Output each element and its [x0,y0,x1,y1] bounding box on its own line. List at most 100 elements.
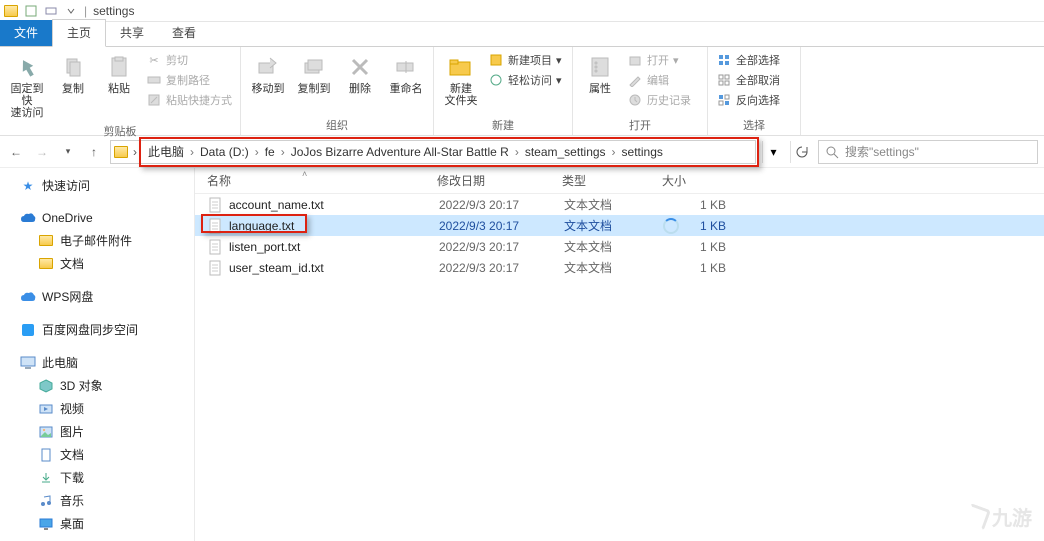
nav-desktop[interactable]: 桌面 [0,512,194,535]
rename-button[interactable]: 重命名 [385,51,427,97]
new-folder-icon [447,53,475,81]
properties-icon [586,53,614,81]
group-new: 新建 文件夹 新建项目 ▾ 轻松访问 ▾ 新建 [434,47,573,135]
copy-icon [59,53,87,81]
col-date[interactable]: 修改日期 [437,172,562,189]
select-none-button[interactable]: 全部取消 [714,71,794,89]
col-size[interactable]: 大小 [662,172,732,189]
history-icon [627,92,643,108]
folder-icon [4,4,18,18]
history-button[interactable]: 历史记录 [625,91,701,109]
rename-icon [392,53,420,81]
file-type: 文本文档 [564,259,664,276]
nav-documents-2[interactable]: 文档 [0,443,194,466]
open-button[interactable]: 打开 ▾ [625,51,701,69]
move-to-button[interactable]: 移动到 [247,51,289,97]
copy-button[interactable]: 复制 [52,51,94,97]
paste-shortcut-button[interactable]: 粘贴快捷方式 [144,91,234,109]
delete-button[interactable]: 删除 [339,51,381,97]
col-type[interactable]: 类型 [562,172,662,189]
file-type: 文本文档 [564,238,664,255]
easy-access-button[interactable]: 轻松访问 ▾ [486,71,566,89]
pin-quick-access-button[interactable]: 固定到快 速访问 [6,51,48,121]
breadcrumb-dropdown[interactable]: ▾ [762,141,784,163]
file-type: 文本文档 [564,217,664,234]
file-row[interactable]: listen_port.txt2022/9/3 20:17文本文档1 KB [195,236,1044,257]
tab-share[interactable]: 共享 [106,20,158,46]
file-size: 1 KB [664,240,734,254]
text-file-icon [207,239,223,255]
edit-button[interactable]: 编辑 [625,71,701,89]
nav-email-attachments[interactable]: 电子邮件附件 [0,229,194,252]
copy-to-icon [300,53,328,81]
crumb[interactable]: Data (D:) [194,145,255,159]
crumb[interactable]: 此电脑 [142,143,190,160]
nav-music[interactable]: 音乐 [0,489,194,512]
chevron-right-icon[interactable]: › [128,145,142,159]
tab-home[interactable]: 主页 [52,19,106,47]
loading-spinner-icon [663,218,679,234]
group-open: 属性 打开 ▾ 编辑 历史记录 打开 [573,47,708,135]
invert-selection-button[interactable]: 反向选择 [714,91,794,109]
nav-downloads[interactable]: 下载 [0,466,194,489]
file-row[interactable]: language.txt2022/9/3 20:17文本文档1 KB [195,215,1044,236]
crumb[interactable]: settings [616,145,669,159]
up-button[interactable]: ↑ [84,142,104,162]
baidu-icon [20,322,36,338]
nav-documents[interactable]: 文档 [0,252,194,275]
file-name: account_name.txt [229,198,439,212]
copy-path-button[interactable]: 复制路径 [144,71,234,89]
new-item-button[interactable]: 新建项目 ▾ [486,51,566,69]
qat-item-icon[interactable] [44,4,58,18]
tab-file[interactable]: 文件 [0,20,52,46]
nav-pane[interactable]: ★快速访问 OneDrive 电子邮件附件 文档 WPS网盘 百度网盘同步空间 … [0,168,195,541]
nav-videos[interactable]: 视频 [0,397,194,420]
paste-button[interactable]: 粘贴 [98,51,140,97]
column-headers[interactable]: 名称˄ 修改日期 类型 大小 [195,168,1044,194]
breadcrumb-bar[interactable]: › 此电脑› Data (D:)› fe› JoJos Bizarre Adve… [110,140,756,164]
music-icon [38,493,54,509]
refresh-button[interactable] [790,141,812,163]
download-icon [38,470,54,486]
file-name: language.txt [229,219,439,233]
open-icon [627,52,643,68]
nav-c-drive[interactable]: Windows-SSD (C:) [0,535,194,541]
file-date: 2022/9/3 20:17 [439,219,564,233]
crumb[interactable]: fe [259,145,281,159]
search-input[interactable]: 搜索"settings" [818,140,1038,164]
select-all-icon [716,52,732,68]
nav-baidu[interactable]: 百度网盘同步空间 [0,318,194,341]
file-row[interactable]: user_steam_id.txt2022/9/3 20:17文本文档1 KB [195,257,1044,278]
qat-item-icon[interactable] [24,4,38,18]
select-all-button[interactable]: 全部选择 [714,51,794,69]
copy-to-button[interactable]: 复制到 [293,51,335,97]
file-type: 文本文档 [564,196,664,213]
cut-button[interactable]: ✂剪切 [144,51,234,69]
search-icon [825,145,839,159]
group-label: 打开 [579,115,701,133]
move-icon [254,53,282,81]
nav-wps[interactable]: WPS网盘 [0,285,194,308]
col-name[interactable]: 名称˄ [207,172,437,189]
nav-onedrive[interactable]: OneDrive [0,207,194,229]
nav-3d-objects[interactable]: 3D 对象 [0,374,194,397]
tab-view[interactable]: 查看 [158,20,210,46]
nav-quick-access[interactable]: ★快速访问 [0,174,194,197]
forward-button[interactable]: → [32,142,52,162]
file-row[interactable]: account_name.txt2022/9/3 20:17文本文档1 KB [195,194,1044,215]
picture-icon [38,424,54,440]
scissors-icon: ✂ [146,52,162,68]
select-none-icon [716,72,732,88]
group-clipboard: 固定到快 速访问 复制 粘贴 ✂剪切 复制路径 粘贴快捷方式 剪贴板 [0,47,241,135]
properties-button[interactable]: 属性 [579,51,621,97]
search-placeholder: 搜索"settings" [845,143,919,160]
new-folder-button[interactable]: 新建 文件夹 [440,51,482,109]
nav-this-pc[interactable]: 此电脑 [0,351,194,374]
nav-pictures[interactable]: 图片 [0,420,194,443]
new-item-icon [488,52,504,68]
qat-dropdown-icon[interactable] [64,4,78,18]
recent-dropdown[interactable]: ▾ [58,142,78,162]
crumb[interactable]: steam_settings [519,145,612,159]
crumb[interactable]: JoJos Bizarre Adventure All-Star Battle … [285,145,515,159]
back-button[interactable]: ← [6,142,26,162]
